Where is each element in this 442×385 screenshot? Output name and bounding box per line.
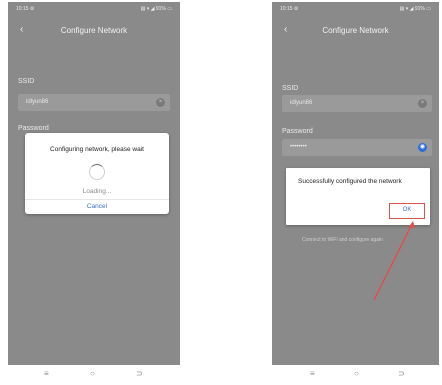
ssid-field[interactable]: idlyun86 × bbox=[18, 94, 170, 111]
page-title: Configure Network bbox=[60, 26, 128, 35]
divider bbox=[25, 199, 169, 200]
cancel-button[interactable]: Cancel bbox=[25, 203, 169, 210]
back-nav-icon[interactable]: ⊃ bbox=[398, 369, 405, 378]
ssid-label: SSID bbox=[18, 78, 35, 85]
status-bar: 10:15 ⚙ ▤ ▾ ◢ 91% ▭ bbox=[8, 2, 180, 16]
loading-dialog: Configuring network, please wait Loading… bbox=[25, 133, 169, 214]
bottom-nav-left: ≡ ○ ⊃ bbox=[8, 365, 180, 383]
status-time: 10:15 ⚙ bbox=[16, 6, 35, 12]
clear-icon[interactable]: × bbox=[156, 98, 165, 107]
arrow-line bbox=[373, 223, 413, 301]
loading-text: Loading... bbox=[82, 188, 112, 195]
dialog-message: Configuring network, please wait bbox=[50, 146, 144, 153]
back-nav-icon[interactable]: ⊃ bbox=[136, 369, 143, 378]
password-label: Password bbox=[18, 125, 49, 132]
ssid-value: idlyun86 bbox=[26, 99, 49, 105]
loading-spinner-icon bbox=[89, 164, 105, 180]
menu-icon[interactable]: ≡ bbox=[44, 369, 49, 378]
menu-icon[interactable]: ≡ bbox=[310, 369, 315, 378]
arrow-head bbox=[408, 221, 415, 228]
bottom-nav-right: ≡ ○ ⊃ bbox=[272, 365, 439, 383]
home-icon[interactable]: ○ bbox=[90, 369, 95, 378]
home-icon[interactable]: ○ bbox=[354, 369, 359, 378]
phone-screen-configuring: 10:15 ⚙ ▤ ▾ ◢ 91% ▭ ‹ Configure Network … bbox=[8, 2, 180, 365]
phone-screen-success: 10:15 ⚙ ▤ ▾ ◢ 91% ▭ ‹ Configure Network … bbox=[272, 2, 439, 365]
annotation-arrow bbox=[373, 221, 415, 301]
status-icons: ▤ ▾ ◢ 91% ▭ bbox=[140, 6, 172, 12]
